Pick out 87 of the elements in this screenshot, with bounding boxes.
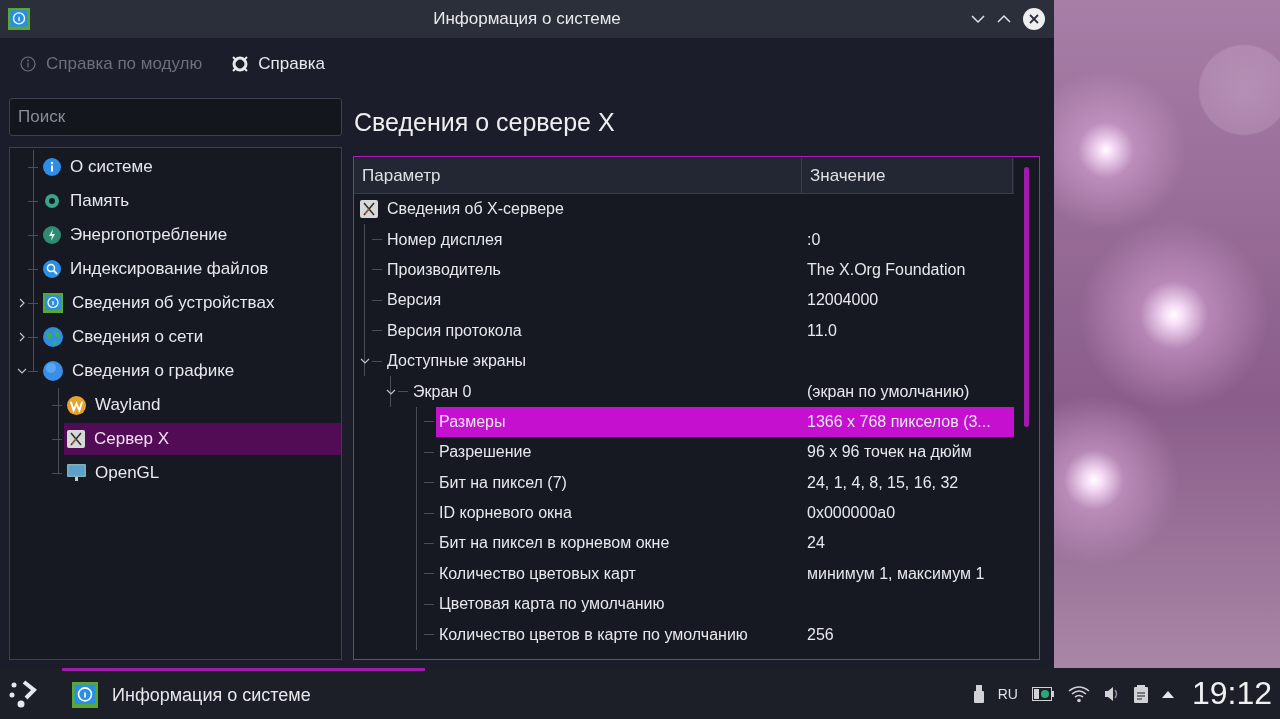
chevron-right-icon[interactable] [17,298,27,308]
x-logo-icon [360,200,378,219]
scrollbar[interactable] [1024,167,1029,427]
value-cell-text: The X.Org Foundation [806,260,966,279]
parameter-cell-text: Количество цветовых карт [438,564,637,583]
value-cell-text: 1366 x 768 пикселов (3... [806,412,991,431]
value-cell-text: 11.0 [806,321,837,340]
usb-drive-icon[interactable] [973,684,984,703]
keyboard-layout-indicator[interactable]: RU [997,685,1018,702]
sidebar-item[interactable]: Сведения об устройствах [40,287,341,319]
table-row[interactable]: Бит на пиксел в корневом окне 24 [436,528,1014,559]
value-cell-text: 12004000 [806,291,879,310]
clock[interactable]: 19:12 [1191,675,1272,712]
sidebar-item[interactable]: Сведения о графике [40,355,341,387]
table-row[interactable]: Версия 12004000 [384,285,1014,316]
table-row[interactable]: Количество цветовых карт минимум 1, максимум 1 [436,558,1014,590]
parameter-cell-text: Количество цветов в карте по умолчанию [438,625,749,644]
table-row[interactable]: Размеры 1366 x 768 пикселов (3... [436,406,1014,438]
caret-up-icon[interactable] [1161,689,1174,698]
close-button[interactable] [1022,7,1046,31]
parameter-cell-text: Размеры [438,412,507,431]
value-cell-text: минимум 1, максимум 1 [806,564,985,583]
value-cell-text: 24 [806,534,825,553]
parameter-cell-text: Бит на пиксел в корневом окне [438,534,671,553]
table-row[interactable]: Версия протокола 11.0 [384,315,1014,346]
parameter-cell-text: Цветовая карта по умолчанию [438,595,666,614]
value-cell-text: 24, 1, 4, 8, 15, 16, 32 [806,473,959,492]
page-heading: Сведения о сервере X [353,106,616,138]
info-icon [20,56,36,72]
clipboard-icon[interactable] [1133,684,1148,703]
lifebuoy-icon [232,56,249,72]
column-header[interactable]: Параметр [354,158,802,193]
parameter-cell-text: ID корневого окна [438,504,573,523]
table-row[interactable]: Количество цветов в карте по умолчанию 256 [436,619,1014,650]
parameter-cell-text: Версия [386,291,443,310]
parameter-cell-text: Номер дисплея [386,230,504,249]
parameter-cell-text: Разрешение [438,443,533,462]
wifi-icon[interactable] [1067,684,1090,703]
sidebar-item[interactable]: Сведения о сети [40,321,341,353]
sidebar-item[interactable]: О системе [40,151,341,183]
sidebar-item[interactable]: OpenGL [64,457,341,489]
globe-icon [43,327,63,347]
w-letter-icon [67,395,86,415]
sidebar-item[interactable]: Wayland [64,389,341,421]
board-info-icon [43,293,63,313]
sidebar-item[interactable]: Индексирование файлов [40,253,341,285]
value-cell-text: 0x000000a0 [806,504,896,523]
battery-icon[interactable] [1031,686,1054,701]
energy-icon [43,226,61,244]
table-row[interactable]: ID корневого окна 0x000000a0 [436,497,1014,529]
table-row[interactable]: Разрешение 96 x 96 точек на дюйм [436,437,1014,468]
memory-ring-icon [43,192,61,210]
sidebar-item[interactable]: Сервер X [64,423,341,455]
help-button[interactable]: Справка [232,54,325,74]
sidebar-item[interactable]: Память [40,185,341,217]
chevron-down-icon[interactable] [17,366,27,376]
parameter-cell-text: Версия протокола [386,321,523,340]
chevron-right-icon[interactable] [17,332,27,342]
parameter-cell-text: Экран 0 [412,382,473,401]
info-icon [43,158,61,176]
parameter-cell-text: Сведения об X-сервере [386,200,565,219]
speaker-icon[interactable] [1103,685,1120,702]
board-info-icon [72,682,98,708]
value-cell-text: :0 [806,230,821,249]
search-file-icon [43,260,61,278]
board-info-icon [8,8,30,30]
parameter-cell-text: Бит на пиксел (7) [438,473,568,492]
parameter-cell-text: Производитель [386,260,502,279]
taskbar-task[interactable]: Информация о системе [62,668,425,719]
column-header[interactable]: Значение [802,158,1013,193]
table-row[interactable]: Бит на пиксел (7) 24, 1, 4, 8, 15, 16, 32 [436,467,1014,498]
parameter-cell-text: Доступные экраны [386,352,528,371]
x-logo-icon [67,430,85,448]
table-row[interactable]: Производитель The X.Org Foundation [384,254,1014,286]
value-cell-text: 256 [806,625,834,644]
sidebar-item[interactable]: Энергопотребление [40,219,341,251]
window-title: Информация о системе [433,9,621,29]
table-row[interactable]: Экран 0 (экран по умолчанию) [410,376,1014,407]
value-cell-text: (экран по умолчанию) [806,382,970,401]
sphere-icon [43,361,63,381]
table-row[interactable]: Сведения об X-сервере [384,194,1014,225]
table-row[interactable]: Номер дисплея :0 [384,224,1014,255]
value-cell-text: 96 x 96 точек на дюйм [806,443,972,462]
search-field[interactable]: Поиск [9,98,342,136]
monitor-icon [67,464,86,482]
table-row[interactable]: Цветовая карта по умолчанию [436,589,1014,620]
table-row[interactable]: Доступные экраны [384,345,1014,377]
